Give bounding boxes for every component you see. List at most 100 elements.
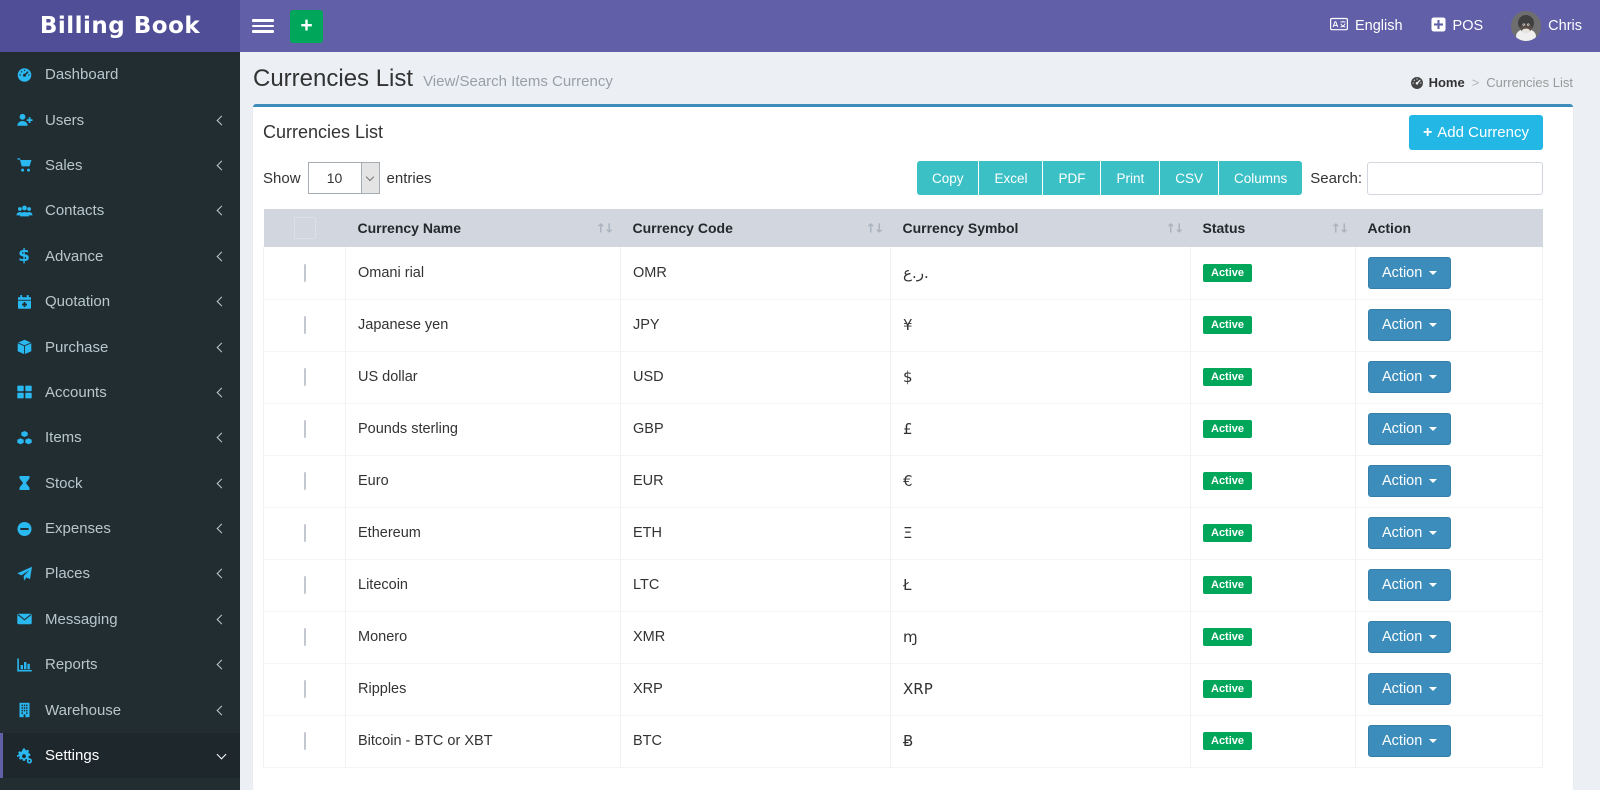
caret-down-icon	[1429, 583, 1438, 587]
row-checkbox[interactable]	[303, 628, 306, 646]
row-checkbox[interactable]	[303, 420, 306, 438]
language-icon	[1329, 17, 1348, 36]
status-cell: Active	[1190, 299, 1356, 352]
page-length-value: 10	[326, 170, 343, 186]
copy-export-button[interactable]: Copy	[916, 161, 980, 195]
column-header-status[interactable]: Status ↑↓	[1190, 209, 1356, 247]
language-menu[interactable]: English	[1329, 17, 1403, 36]
columns-export-button[interactable]: Columns	[1219, 161, 1303, 195]
chevron-left-icon	[216, 160, 227, 171]
page-title: Currencies List View/Search Items Curren…	[253, 65, 1573, 93]
row-checkbox[interactable]	[303, 524, 306, 542]
action-dropdown-button[interactable]: Action	[1368, 673, 1452, 705]
row-checkbox[interactable]	[303, 316, 306, 334]
action-cell: Action	[1355, 403, 1543, 456]
sidebar-item-purchase[interactable]: Purchase	[0, 324, 240, 369]
row-checkbox[interactable]	[303, 472, 306, 490]
action-dropdown-button[interactable]: Action	[1368, 569, 1452, 601]
sidebar-item-messaging[interactable]: Messaging	[0, 597, 240, 642]
sidebar-item-label: Sales	[45, 156, 83, 174]
action-dropdown-button[interactable]: Action	[1368, 465, 1452, 497]
search-control: Search:	[1310, 161, 1543, 195]
quick-add-button[interactable]: +	[290, 9, 323, 43]
row-select-cell	[263, 247, 346, 300]
avatar	[1511, 11, 1542, 41]
row-checkbox[interactable]	[303, 576, 306, 594]
status-badge: Active	[1203, 472, 1253, 490]
cart-icon	[15, 157, 33, 173]
row-checkbox[interactable]	[303, 732, 306, 750]
select-all-checkbox[interactable]	[293, 217, 316, 239]
sidebar-item-users[interactable]: Users	[0, 97, 240, 142]
user-name: Chris	[1548, 18, 1582, 34]
pos-button[interactable]: POS	[1431, 16, 1483, 36]
column-header-currency-name[interactable]: Currency Name ↑↓	[345, 209, 621, 247]
app-title: Billing Book	[39, 13, 201, 39]
caret-down-icon	[1429, 323, 1438, 327]
table-row: Omani rial OMR ر.ع. Active Action	[263, 247, 1543, 300]
sidebar-item-sales[interactable]: Sales	[0, 143, 240, 188]
sidebar-item-reports[interactable]: Reports	[0, 642, 240, 687]
breadcrumb: Home > Currencies List	[1410, 75, 1573, 90]
sort-icon[interactable]: ↑↓	[1331, 221, 1350, 236]
action-dropdown-button[interactable]: Action	[1368, 309, 1452, 341]
caret-down-icon	[1429, 687, 1438, 691]
print-export-button[interactable]: Print	[1101, 161, 1161, 195]
sort-icon[interactable]: ↑↓	[596, 221, 615, 236]
status-cell: Active	[1190, 715, 1356, 768]
sidebar-item-contacts[interactable]: Contacts	[0, 188, 240, 233]
chevron-left-icon	[216, 115, 227, 126]
table-row: US dollar USD $ Active Action	[263, 351, 1543, 404]
column-header-currency-code[interactable]: Currency Code ↑↓	[620, 209, 891, 247]
topbar-main: + English POS Chris	[240, 0, 1600, 52]
table-row: Euro EUR € Active Action	[263, 455, 1543, 508]
sidebar-item-dashboard[interactable]: Dashboard	[0, 52, 240, 97]
column-header-currency-symbol[interactable]: Currency Symbol ↑↓	[890, 209, 1191, 247]
add-currency-button[interactable]: + Add Currency	[1408, 115, 1543, 150]
sort-icon[interactable]: ↑↓	[866, 221, 885, 236]
sort-icon[interactable]: ↑↓	[1166, 221, 1185, 236]
excel-export-button[interactable]: Excel	[979, 161, 1044, 195]
row-checkbox[interactable]	[303, 263, 306, 282]
caret-down-icon	[1429, 375, 1438, 379]
sidebar-item-accounts[interactable]: Accounts	[0, 370, 240, 415]
column-label: Status	[1202, 220, 1246, 236]
app-logo[interactable]: Billing Book	[0, 0, 240, 52]
sidebar-item-quotation[interactable]: Quotation	[0, 279, 240, 324]
currency-code-cell: USD	[620, 351, 891, 404]
sidebar-item-advance[interactable]: $ Advance	[0, 234, 240, 279]
sidebar-toggle-icon[interactable]	[252, 19, 274, 33]
sidebar-item-label: Messaging	[45, 610, 118, 628]
user-menu[interactable]: Chris	[1511, 11, 1582, 41]
sidebar-item-places[interactable]: Places	[0, 551, 240, 596]
page-length-select[interactable]: 10	[307, 162, 380, 194]
pdf-export-button[interactable]: PDF	[1043, 161, 1102, 195]
chevron-left-icon	[216, 614, 227, 625]
currency-symbol-cell: ر.ع.	[890, 247, 1191, 300]
currency-symbol-cell: Ł	[890, 559, 1191, 612]
sidebar-item-warehouse[interactable]: Warehouse	[0, 687, 240, 732]
currency-name-cell: Omani rial	[345, 247, 621, 300]
search-input[interactable]	[1367, 161, 1543, 195]
sidebar-item-stock[interactable]: Stock	[0, 461, 240, 506]
currency-code-cell: JPY	[620, 299, 891, 352]
row-checkbox[interactable]	[303, 368, 306, 386]
action-dropdown-button[interactable]: Action	[1368, 413, 1452, 445]
action-dropdown-button[interactable]: Action	[1368, 517, 1452, 549]
breadcrumb-home[interactable]: Home	[1410, 75, 1465, 90]
sidebar-item-items[interactable]: Items	[0, 415, 240, 460]
row-checkbox[interactable]	[303, 680, 306, 698]
content-header: Currencies List View/Search Items Curren…	[253, 61, 1573, 104]
sidebar-item-expenses[interactable]: Expenses	[0, 506, 240, 551]
currency-name-cell: Ripples	[345, 663, 621, 716]
action-dropdown-button[interactable]: Action	[1368, 621, 1452, 653]
status-badge: Active	[1203, 628, 1253, 646]
action-dropdown-button[interactable]: Action	[1368, 361, 1452, 393]
currencies-table: Currency Name ↑↓ Currency Code ↑↓ Currency S…	[263, 209, 1543, 768]
action-dropdown-button[interactable]: Action	[1368, 256, 1452, 289]
sidebar-item-settings[interactable]: Settings	[0, 732, 240, 779]
csv-export-button[interactable]: CSV	[1160, 161, 1220, 195]
action-dropdown-button[interactable]: Action	[1368, 725, 1452, 757]
table-wrap: Currency Name ↑↓ Currency Code ↑↓ Currency S…	[253, 205, 1573, 768]
hourglass-icon	[15, 475, 33, 491]
